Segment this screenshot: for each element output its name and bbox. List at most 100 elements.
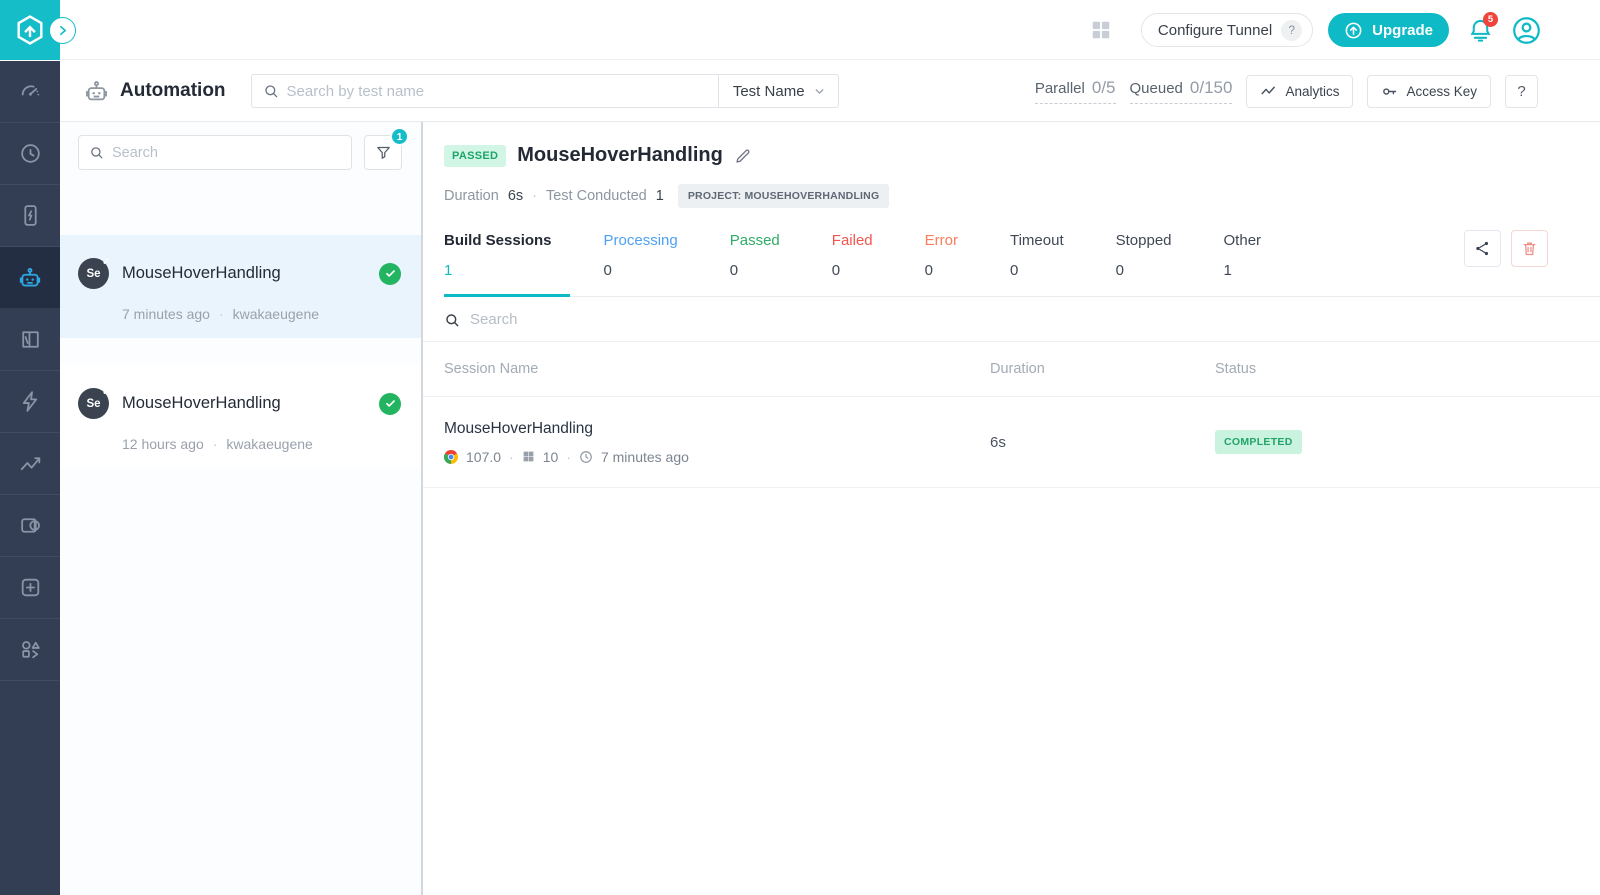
- separator: ·: [212, 436, 218, 452]
- plus-square-icon: [21, 578, 39, 597]
- test-title: MouseHoverHandling: [122, 264, 281, 282]
- search-icon: [444, 312, 460, 328]
- tab-build-sessions[interactable]: Build Sessions 1: [444, 228, 570, 297]
- test-list-item[interactable]: Se ✓ MouseHoverHandling 7 minutes ago · …: [60, 235, 421, 338]
- sidebar-item-analytics[interactable]: [0, 433, 60, 495]
- tab-label: Other: [1223, 232, 1262, 249]
- shapes-icon: [21, 641, 40, 659]
- delete-build-button[interactable]: [1511, 230, 1548, 267]
- edit-build-name-button[interactable]: [734, 147, 752, 165]
- sidebar-item-smart-ui[interactable]: [0, 495, 60, 557]
- search-by-dropdown[interactable]: Test Name: [717, 75, 838, 107]
- sidebar-expand-button[interactable]: [49, 17, 76, 44]
- module-header: Automation Test Name Parallel 0/5 Queued…: [60, 61, 1600, 122]
- trend-chart-icon: [20, 457, 40, 471]
- test-user: kwakaeugene: [226, 436, 313, 452]
- queued-quota: Queued 0/150: [1129, 78, 1233, 104]
- sidebar-item-realtime[interactable]: [0, 123, 60, 185]
- configure-tunnel-label: Configure Tunnel: [1157, 21, 1273, 39]
- duration-value: 6s: [507, 188, 524, 204]
- session-name[interactable]: MouseHoverHandling: [444, 420, 990, 438]
- tab-label: Build Sessions: [444, 232, 552, 249]
- test-title: MouseHoverHandling: [122, 394, 281, 412]
- key-icon: [1381, 83, 1398, 100]
- tab-label: Error: [924, 232, 958, 249]
- sidebar-item-dashboard[interactable]: [0, 61, 60, 123]
- sidebar-item-automation[interactable]: [0, 247, 60, 309]
- access-key-button[interactable]: Access Key: [1367, 74, 1491, 108]
- filter-button[interactable]: 1: [364, 127, 409, 170]
- apps-grid-icon[interactable]: [1090, 19, 1112, 41]
- tests-conducted-value: 1: [655, 188, 664, 204]
- sidebar-item-app-automation[interactable]: [0, 309, 60, 371]
- test-passed-icon: [379, 262, 401, 285]
- list-search-box: [78, 135, 352, 170]
- tab-processing[interactable]: Processing 0: [604, 228, 696, 296]
- clock-icon: [579, 450, 593, 464]
- tab-count: 0: [603, 262, 612, 279]
- session-time: 7 minutes ago: [600, 448, 689, 465]
- top-bar: Configure Tunnel ? Upgrade 5: [0, 0, 1600, 60]
- list-search-input[interactable]: [104, 144, 351, 161]
- notifications-button[interactable]: 5: [1464, 12, 1498, 46]
- clock-history-icon: [20, 144, 40, 163]
- profile-button[interactable]: [1511, 15, 1542, 46]
- tab-other[interactable]: Other 1: [1224, 228, 1280, 296]
- test-list-item[interactable]: Se ✓ MouseHoverHandling 12 hours ago · k…: [60, 365, 421, 468]
- queued-value: 0/150: [1189, 78, 1233, 97]
- test-search-input[interactable]: [278, 82, 718, 100]
- sidebar-item-app-testing[interactable]: [0, 185, 60, 247]
- os-version: 10: [542, 448, 559, 465]
- session-search-input[interactable]: [470, 311, 1070, 328]
- analytics-button[interactable]: Analytics: [1246, 74, 1354, 108]
- navigation-rail: [0, 61, 60, 895]
- framework-check: ✓: [101, 386, 111, 398]
- sidebar-item-more-products[interactable]: [0, 619, 60, 681]
- configure-tunnel-button[interactable]: Configure Tunnel ?: [1140, 13, 1314, 47]
- pencil-icon: [736, 148, 750, 163]
- sidebar-item-new[interactable]: [0, 557, 60, 619]
- build-title: MouseHoverHandling: [517, 144, 723, 166]
- session-row[interactable]: MouseHoverHandling 107.0 · 10 · 7 minute…: [423, 397, 1600, 488]
- tab-failed[interactable]: Failed 0: [832, 228, 891, 296]
- browser-version: 107.0: [466, 448, 502, 465]
- tab-stopped[interactable]: Stopped 0: [1116, 228, 1190, 296]
- share-build-button[interactable]: [1464, 230, 1501, 267]
- robot-icon: [19, 267, 41, 287]
- parallel-value: 0/5: [1091, 78, 1116, 97]
- tab-count: 0: [831, 262, 841, 279]
- upgrade-arrow-icon: [1345, 22, 1362, 38]
- test-passed-icon: [379, 392, 401, 415]
- column-session-name: Session Name: [444, 361, 539, 377]
- session-search-box: [423, 297, 1600, 342]
- chevron-down-icon: [815, 88, 823, 94]
- user-avatar-icon: [1513, 16, 1540, 44]
- selenium-framework-icon: Se ✓: [78, 256, 111, 289]
- test-list-panel: 1 Se ✓ MouseHoverHandling 7 minutes ago …: [60, 122, 421, 895]
- test-search-box: Test Name: [250, 74, 839, 108]
- notification-count-badge: 5: [1483, 12, 1498, 27]
- help-button[interactable]: ?: [1505, 74, 1538, 108]
- status-tabs: Build Sessions 1 Processing 0 Passed 0 F…: [444, 228, 1600, 297]
- upgrade-button[interactable]: Upgrade: [1328, 13, 1449, 47]
- search-icon: [263, 83, 279, 99]
- gauge-icon: [21, 85, 39, 96]
- tunnel-help-icon[interactable]: ?: [1281, 19, 1303, 41]
- tab-label: Timeout: [1009, 232, 1064, 249]
- tab-error[interactable]: Error 0: [925, 228, 976, 296]
- sidebar-item-hyperexecute[interactable]: [0, 371, 60, 433]
- mobile-bolt-icon: [23, 205, 37, 226]
- chrome-icon: [444, 449, 458, 464]
- search-icon: [89, 145, 104, 160]
- contrast-panel-icon: [20, 518, 40, 533]
- queued-label: Queued: [1129, 80, 1183, 97]
- analytics-label: Analytics: [1285, 83, 1340, 99]
- tests-conducted-label: Test Conducted: [545, 188, 647, 204]
- selenium-framework-icon: Se ✓: [78, 386, 111, 419]
- framework-label: Se: [86, 397, 101, 410]
- tab-count: 0: [1115, 262, 1124, 279]
- tab-timeout[interactable]: Timeout 0: [1010, 228, 1082, 296]
- separator: ·: [218, 306, 224, 322]
- tab-passed[interactable]: Passed 0: [730, 228, 798, 296]
- session-duration: 6s: [990, 433, 1006, 451]
